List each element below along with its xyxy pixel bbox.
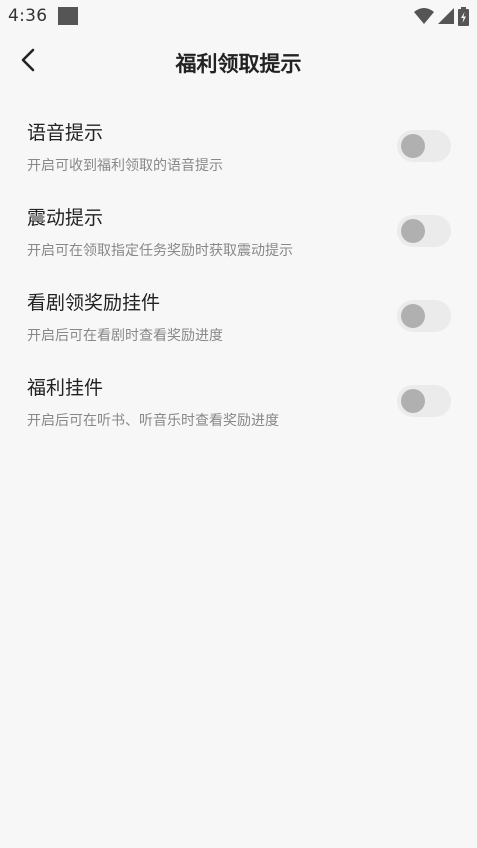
- setting-description: 开启可在领取指定任务奖励时获取震动提示: [27, 243, 293, 259]
- voice-prompt-toggle[interactable]: [397, 130, 451, 162]
- setting-item-drama-reward-widget: 看剧领奖励挂件 开启后可在看剧时查看奖励进度: [0, 278, 477, 363]
- signal-icon: [438, 8, 454, 24]
- setting-description: 开启可收到福利领取的语音提示: [27, 158, 223, 174]
- setting-title: 震动提示: [27, 207, 104, 229]
- status-bar: 4:36: [0, 0, 477, 32]
- status-time: 4:36: [8, 6, 48, 26]
- setting-title: 看剧领奖励挂件: [27, 292, 161, 314]
- setting-item-welfare-widget: 福利挂件 开启后可在听书、听音乐时查看奖励进度: [0, 363, 477, 448]
- settings-list: 语音提示 开启可收到福利领取的语音提示 震动提示 开启可在领取指定任务奖励时获取…: [0, 108, 477, 448]
- page-title: 福利领取提示: [175, 52, 302, 76]
- toggle-knob: [401, 134, 425, 158]
- setting-description: 开启后可在看剧时查看奖励进度: [27, 328, 223, 344]
- vibration-prompt-toggle[interactable]: [397, 215, 451, 247]
- welfare-widget-toggle[interactable]: [397, 385, 451, 417]
- setting-title: 福利挂件: [27, 377, 104, 399]
- toggle-knob: [401, 389, 425, 413]
- status-icons: [414, 6, 469, 26]
- battery-charging-icon: [458, 6, 469, 26]
- header: 福利领取提示: [0, 38, 477, 86]
- drama-reward-widget-toggle[interactable]: [397, 300, 451, 332]
- wifi-icon: [414, 8, 434, 24]
- setting-title: 语音提示: [27, 122, 104, 144]
- notification-icon: [58, 7, 78, 25]
- setting-item-vibration-prompt: 震动提示 开启可在领取指定任务奖励时获取震动提示: [0, 193, 477, 278]
- setting-description: 开启后可在听书、听音乐时查看奖励进度: [27, 413, 279, 429]
- screen: 4:36 福利领取提示 语音提示 开启可收到福利领取的语音提示 震动提示 开启可…: [0, 0, 477, 848]
- setting-item-voice-prompt: 语音提示 开启可收到福利领取的语音提示: [0, 108, 477, 193]
- toggle-knob: [401, 219, 425, 243]
- toggle-knob: [401, 304, 425, 328]
